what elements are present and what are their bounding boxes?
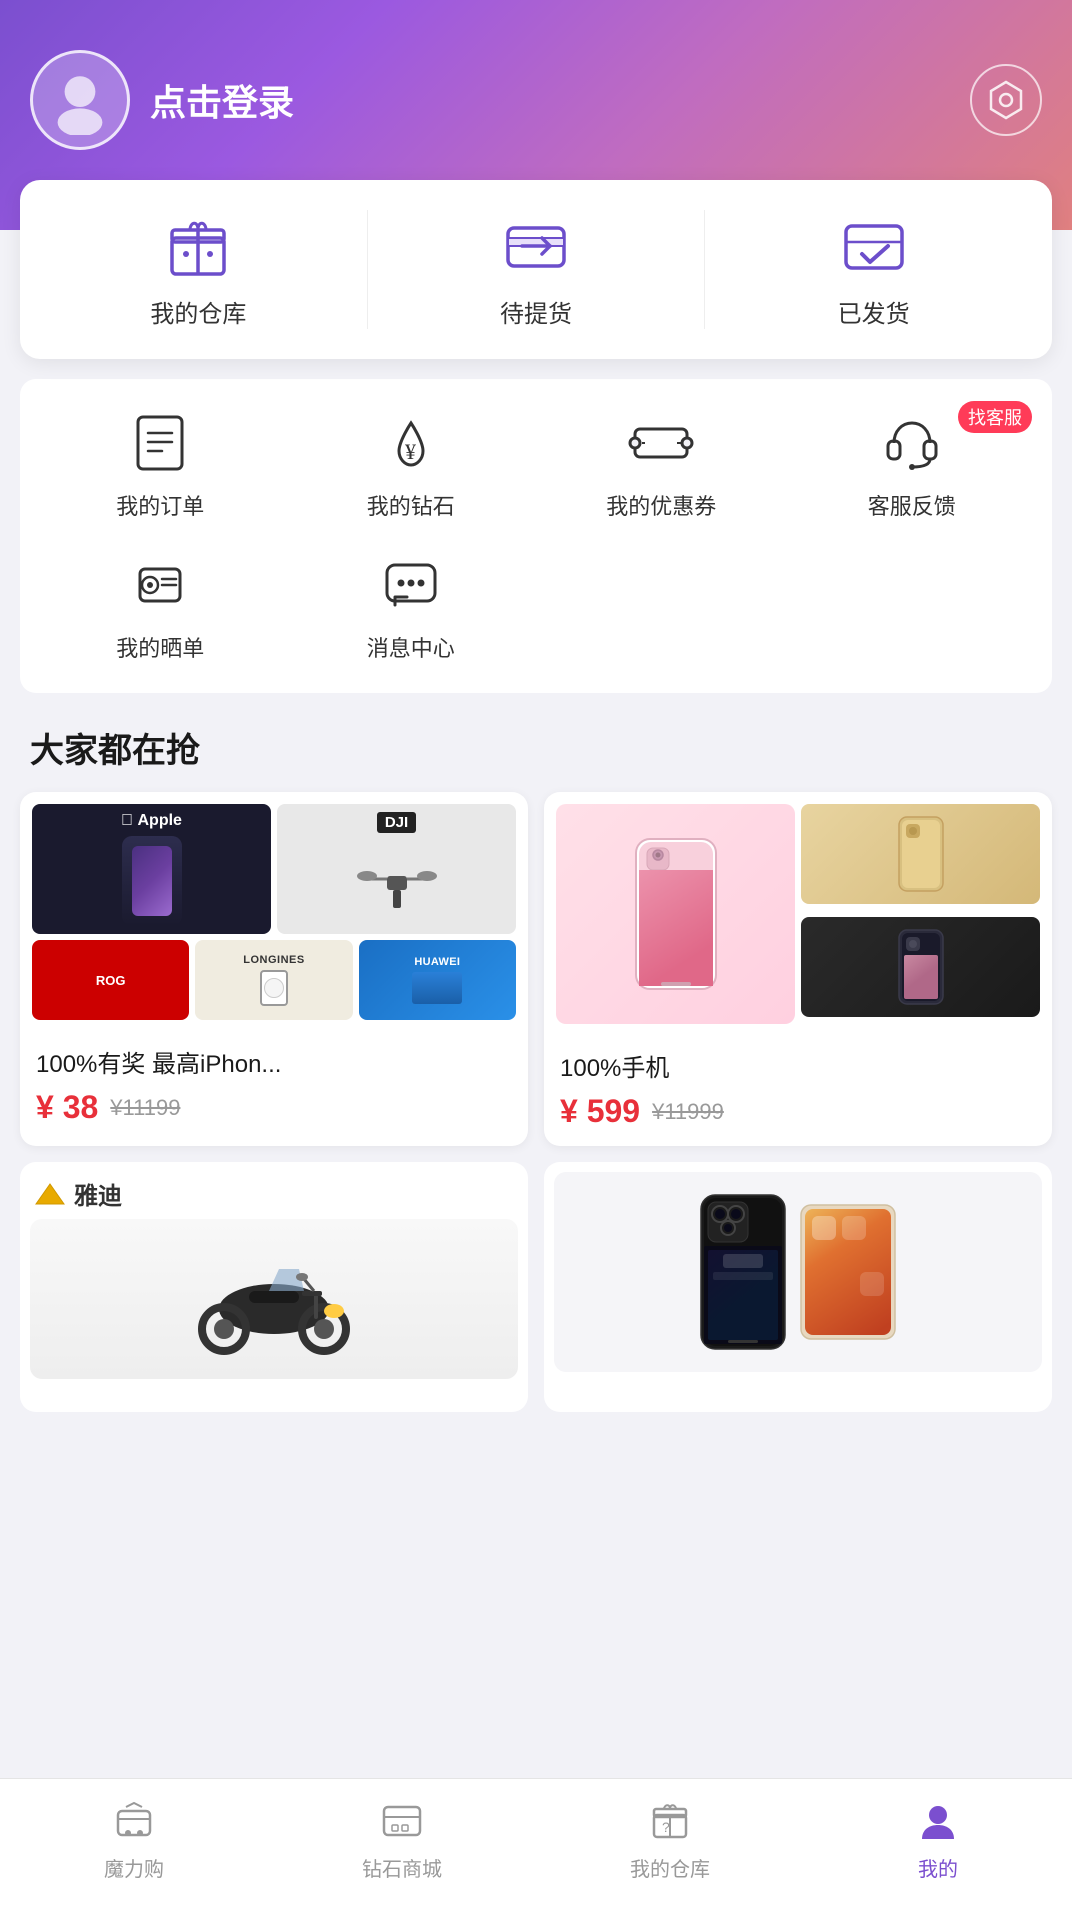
nav-item-profile[interactable]: 我的 [804,1795,1072,1882]
menu-item-posts[interactable]: 我的晒单 [40,551,281,663]
customer-service-badge: 找客服 [958,401,1032,433]
login-button[interactable]: 点击登录 [150,74,294,126]
menu-item-orders[interactable]: 我的订单 [40,409,281,521]
menu-item-diamonds[interactable]: ¥ 我的钻石 [291,409,532,521]
warehouse-card: 我的仓库 待提货 已发货 [20,180,1052,359]
customer-service-label: 客服反馈 [868,489,956,521]
profile-nav-label: 我的 [918,1853,958,1882]
bottom-nav: 魔力购 钻石商城 ? 我的仓库 [0,1778,1072,1912]
product-2-info: 100%手机 ¥ 599 ¥11999 [544,1036,1052,1146]
menu-item-customer-service[interactable]: 找客服 客服反馈 [792,409,1033,521]
posts-label: 我的晒单 [116,631,204,663]
warehouse-item-my[interactable]: 我的仓库 [30,210,367,329]
product-2-images [544,792,1052,1036]
yadi-product-image [30,1219,518,1379]
avatar[interactable] [30,50,130,150]
bottom-product-yadi[interactable]: 雅迪 [20,1162,528,1412]
product-card-1[interactable]:  Apple DJI [20,792,528,1146]
orders-label: 我的订单 [116,489,204,521]
profile-nav-icon [912,1795,964,1847]
shipped-label: 已发货 [838,294,910,329]
coupons-label: 我的优惠券 [606,489,716,521]
nav-item-magic-buy[interactable]: 魔力购 [0,1795,268,1882]
product-2-name: 100%手机 [560,1048,1036,1083]
settings-button[interactable] [970,64,1042,136]
products-grid-bottom: 雅迪 [0,1146,1072,1428]
nav-item-warehouse[interactable]: ? 我的仓库 [536,1795,804,1882]
yadi-brand-name: 雅迪 [74,1176,122,1211]
product-1-name: 100%有奖 最高iPhon... [36,1044,512,1079]
magic-buy-label: 魔力购 [104,1853,164,1882]
menu-placeholder-2 [792,551,1033,663]
diamond-mall-label: 钻石商城 [362,1853,442,1882]
menu-placeholder-1 [541,551,782,663]
product-card-2[interactable]: 100%手机 ¥ 599 ¥11999 [544,792,1052,1146]
phones-product-image [554,1172,1042,1372]
warehouse-nav-label: 我的仓库 [630,1853,710,1882]
products-grid:  Apple DJI [0,792,1072,1146]
product-1-original-price: ¥11199 [110,1095,180,1121]
nav-item-diamond-mall[interactable]: 钻石商城 [268,1795,536,1882]
menu-item-coupons[interactable]: 我的优惠券 [541,409,782,521]
yadi-brand-header: 雅迪 [20,1162,528,1219]
pending-label: 待提货 [500,294,572,329]
svg-text:?: ? [662,1819,670,1835]
bottom-product-phones[interactable] [544,1162,1052,1412]
product-1-info: 100%有奖 最高iPhon... ¥ 38 ¥11199 [20,1032,528,1142]
hot-section-title: 大家都在抢 [0,693,1072,792]
diamonds-label: 我的钻石 [367,489,455,521]
messages-label: 消息中心 [367,631,455,663]
product-1-images:  Apple DJI [20,792,528,1032]
diamond-mall-icon [376,1795,428,1847]
menu-section: 我的订单 ¥ 我的钻石 [20,379,1052,693]
product-2-price: ¥ 599 [560,1093,640,1130]
warehouse-item-shipped[interactable]: 已发货 [704,210,1042,329]
magic-buy-icon [108,1795,160,1847]
product-1-price: ¥ 38 [36,1089,98,1126]
warehouse-nav-icon: ? [644,1795,696,1847]
menu-item-messages[interactable]: 消息中心 [291,551,532,663]
product-2-original-price: ¥11999 [652,1099,724,1125]
warehouse-label: 我的仓库 [150,294,246,329]
warehouse-item-pending[interactable]: 待提货 [367,210,705,329]
svg-text:¥: ¥ [405,439,416,464]
